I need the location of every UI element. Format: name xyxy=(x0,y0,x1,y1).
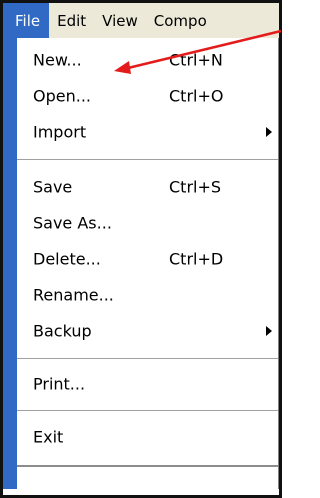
menu-item-shortcut: Ctrl+S xyxy=(169,177,222,197)
menu-item-label: Save As... xyxy=(33,213,112,233)
menu-item-open[interactable]: Open... Ctrl+O xyxy=(17,78,278,114)
menu-item-label: Print... xyxy=(33,374,86,394)
menu-item-save[interactable]: Save Ctrl+S xyxy=(17,169,278,205)
menu-view[interactable]: View xyxy=(94,3,146,38)
menu-file[interactable]: File xyxy=(3,3,50,38)
menu-separator xyxy=(17,410,278,412)
submenu-arrow-icon xyxy=(266,326,272,336)
menu-item-new[interactable]: New... Ctrl+N xyxy=(17,42,278,78)
menu-item-label: New... xyxy=(33,50,82,70)
menu-separator xyxy=(17,159,278,161)
menu-item-save-as[interactable]: Save As... xyxy=(17,205,278,241)
menu-item-shortcut: Ctrl+N xyxy=(169,50,223,70)
menu-bottom-border xyxy=(17,465,278,467)
menu-item-shortcut: Ctrl+O xyxy=(169,86,224,106)
menu-bar: File Edit View Compo xyxy=(3,3,279,38)
menu-compose-truncated[interactable]: Compo xyxy=(146,3,215,38)
menu-edit[interactable]: Edit xyxy=(49,3,94,38)
submenu-arrow-icon xyxy=(266,127,272,137)
menu-item-shortcut: Ctrl+D xyxy=(169,249,224,269)
menu-item-label: Delete... xyxy=(33,249,101,269)
menu-item-label: Exit xyxy=(33,427,64,447)
file-menu-dropdown: New... Ctrl+N Open... Ctrl+O Import Save… xyxy=(3,38,279,489)
menu-item-label: Save xyxy=(33,177,73,197)
menu-item-label: Rename... xyxy=(33,285,114,305)
menu-separator xyxy=(17,358,278,360)
menu-item-exit[interactable]: Exit xyxy=(17,419,278,455)
menu-item-delete[interactable]: Delete... Ctrl+D xyxy=(17,241,278,277)
menu-item-backup[interactable]: Backup xyxy=(17,313,278,349)
menu-item-label: Open... xyxy=(33,86,91,106)
menu-item-import[interactable]: Import xyxy=(17,114,278,150)
menu-item-rename[interactable]: Rename... xyxy=(17,277,278,313)
menu-item-label: Backup xyxy=(33,321,92,341)
menu-item-print[interactable]: Print... xyxy=(17,366,278,402)
menu-item-label: Import xyxy=(33,122,87,142)
